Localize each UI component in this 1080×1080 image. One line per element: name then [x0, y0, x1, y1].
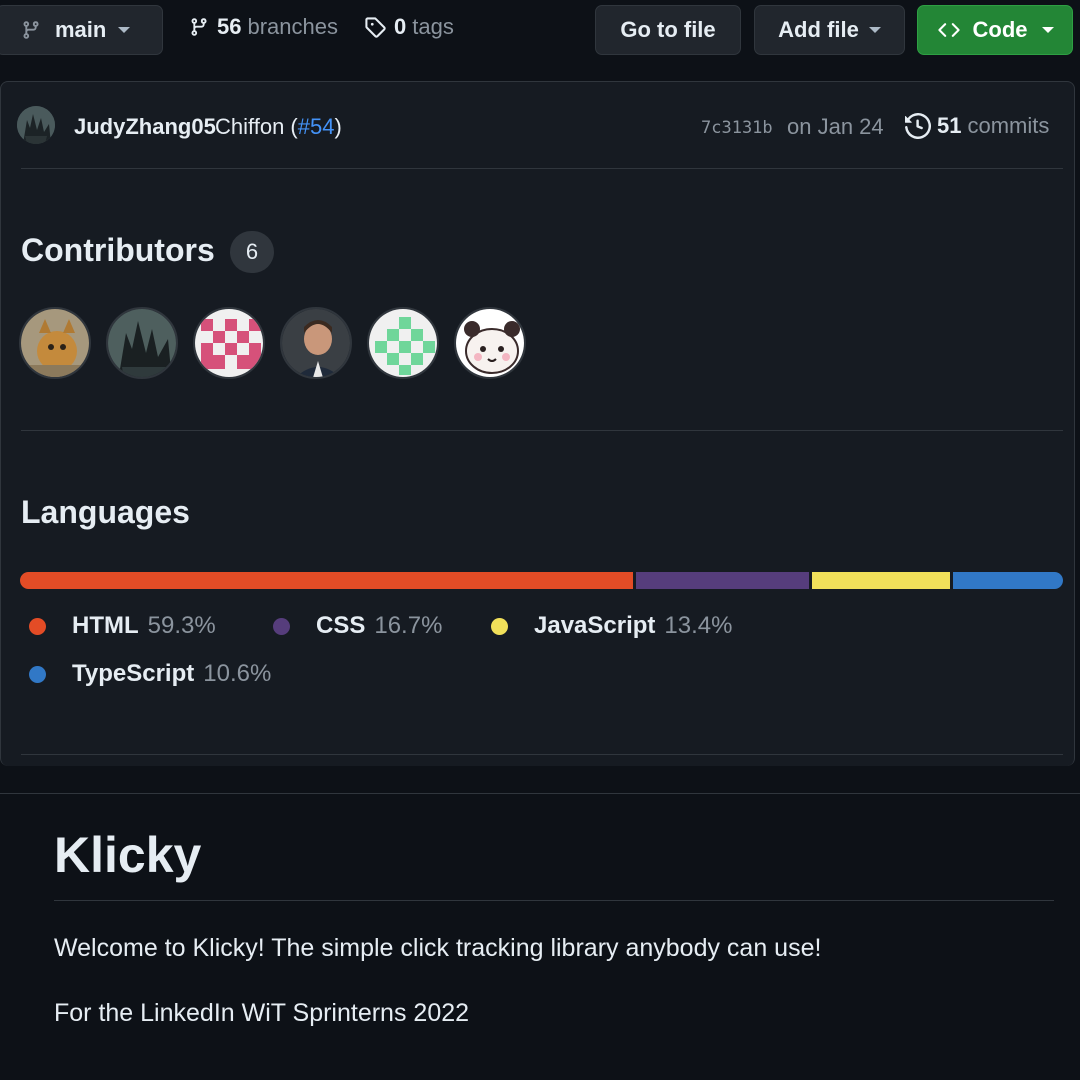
chevron-down-icon: [118, 27, 131, 33]
contributor-avatar[interactable]: [367, 307, 439, 379]
language-name: JavaScript: [534, 612, 656, 639]
language-name: TypeScript: [72, 660, 195, 687]
branch-selector-button[interactable]: main: [0, 5, 163, 55]
tag-icon: [365, 17, 386, 38]
git-branch-icon: [191, 18, 207, 36]
contributor-avatar[interactable]: [193, 307, 265, 379]
readme-title: Klicky: [54, 827, 202, 883]
contributors-heading[interactable]: Contributors: [21, 232, 215, 269]
code-button[interactable]: Code: [917, 5, 1073, 55]
language-item-css[interactable]: CSS 16.7%: [273, 612, 442, 640]
language-bar-segment[interactable]: [636, 572, 809, 589]
divider: [21, 168, 1063, 169]
contributor-avatar[interactable]: [454, 307, 526, 379]
divider: [21, 430, 1063, 431]
go-to-file-button[interactable]: Go to file: [595, 5, 741, 55]
tags-label: tags: [412, 14, 454, 39]
pull-request-link[interactable]: #54: [298, 114, 335, 139]
branches-label: branches: [247, 14, 338, 39]
commits-count: 51: [937, 113, 962, 138]
language-percent: 16.7%: [374, 612, 443, 639]
readme-paragraph: Welcome to Klicky! The simple click trac…: [54, 934, 822, 962]
language-bar-segment[interactable]: [953, 572, 1063, 589]
readme-title-rule: [54, 900, 1054, 901]
add-file-button[interactable]: Add file: [754, 5, 905, 55]
language-name: HTML: [72, 612, 139, 639]
add-file-label: Add file: [778, 17, 859, 42]
tags-count: 0: [394, 14, 407, 39]
code-label: Code: [972, 17, 1028, 42]
contributors-list: [19, 307, 541, 379]
languages-progress-bar: [20, 572, 1063, 589]
git-branch-icon: [23, 21, 39, 39]
contributors-count-badge: 6: [230, 231, 274, 273]
commit-message-end: ): [334, 114, 342, 139]
repo-about-panel: JudyZhang05 Chiffon (#54) 7c3131b on Jan…: [0, 81, 1075, 766]
language-color-dot: [491, 617, 508, 635]
language-percent: 10.6%: [203, 660, 272, 687]
language-bar-segment[interactable]: [20, 572, 634, 589]
contributor-avatar[interactable]: [19, 307, 91, 379]
commit-message[interactable]: Chiffon (#54): [215, 114, 342, 140]
language-item-javascript[interactable]: JavaScript 13.4%: [491, 612, 732, 640]
tags-link[interactable]: 0 tags: [364, 14, 454, 40]
branch-name: main: [55, 17, 107, 42]
commits-link[interactable]: 51 commits: [905, 113, 1049, 139]
contributor-avatar[interactable]: [280, 307, 352, 379]
language-item-html[interactable]: HTML 59.3%: [29, 612, 216, 640]
code-icon: [937, 23, 960, 37]
history-icon: [905, 113, 931, 139]
chevron-down-icon: [1041, 27, 1054, 33]
commit-author[interactable]: JudyZhang05: [74, 114, 216, 140]
repo-toolbar: main 56 branches 0 tags Go to file Add f…: [0, 0, 1080, 70]
branches-count: 56: [217, 14, 242, 39]
languages-heading: Languages: [21, 494, 190, 530]
language-item-typescript[interactable]: TypeScript 10.6%: [29, 660, 271, 688]
language-name: CSS: [316, 612, 366, 639]
commit-sha[interactable]: 7c3131b: [701, 118, 773, 138]
contributor-avatar[interactable]: [106, 307, 178, 379]
branches-link[interactable]: 56 branches: [189, 14, 338, 40]
language-color-dot: [29, 665, 46, 683]
divider: [21, 754, 1063, 755]
language-percent: 59.3%: [147, 612, 216, 639]
language-percent: 13.4%: [664, 612, 733, 639]
language-bar-segment[interactable]: [811, 572, 951, 589]
latest-commit-row: JudyZhang05 Chiffon (#54) 7c3131b on Jan…: [1, 82, 1076, 168]
readme-top-border: [0, 793, 1080, 794]
commit-author-avatar[interactable]: [17, 106, 55, 144]
readme-paragraph: For the LinkedIn WiT Sprinterns 2022: [54, 999, 470, 1027]
commit-message-text: Chiffon (: [215, 114, 298, 139]
commits-label: commits: [967, 113, 1050, 138]
language-color-dot: [273, 617, 290, 635]
language-color-dot: [29, 617, 46, 635]
chevron-down-icon: [868, 27, 881, 33]
commit-date: on Jan 24: [787, 114, 884, 139]
